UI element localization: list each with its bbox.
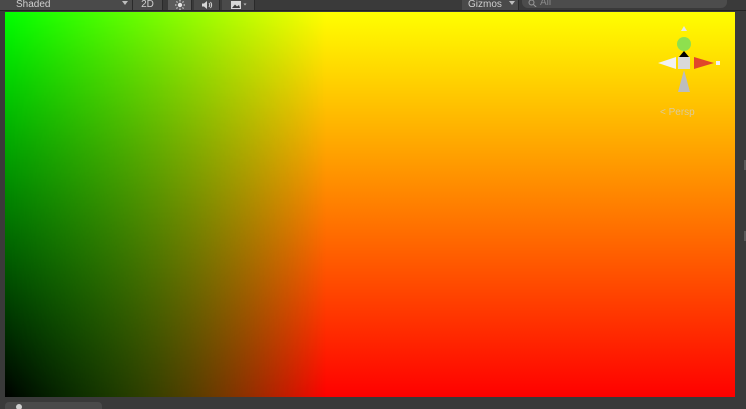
projection-mode-label[interactable]: < Persp <box>660 107 695 118</box>
gizmos-dropdown-button[interactable]: Gizmos <box>462 0 519 10</box>
effects-dropdown-button[interactable] <box>222 0 255 10</box>
toggle-2d-button[interactable]: 2D <box>133 0 163 10</box>
toggle-2d-label: 2D <box>141 0 154 10</box>
shading-mode-dropdown[interactable]: Shaded <box>0 0 133 10</box>
scene-search-field[interactable]: All <box>522 0 727 8</box>
gizmo-y-cone-icon[interactable] <box>677 37 691 51</box>
search-placeholder: All <box>540 0 552 8</box>
sun-icon <box>174 0 185 10</box>
scene-toolbar: Shaded 2D Gizmos All <box>0 0 746 11</box>
gizmos-label: Gizmos <box>468 0 502 10</box>
search-icon <box>528 0 537 7</box>
viewport-gradient-dark <box>5 12 735 397</box>
scene-viewport[interactable] <box>5 12 735 397</box>
chevron-down-icon <box>509 1 515 5</box>
chevron-left-icon: < <box>660 107 666 118</box>
image-icon <box>231 1 247 9</box>
gizmo-left-cone-icon[interactable] <box>658 57 676 69</box>
bottom-window-tab[interactable] <box>5 402 102 409</box>
tab-icon <box>16 404 22 409</box>
audio-toggle-button[interactable] <box>194 0 220 10</box>
right-scroll-area[interactable] <box>737 12 746 397</box>
gizmo-x-cone-icon[interactable] <box>694 57 714 69</box>
projection-mode-text: Persp <box>668 107 695 118</box>
lighting-toggle-button[interactable] <box>168 0 192 10</box>
speaker-icon <box>201 1 212 9</box>
shading-mode-label: Shaded <box>16 0 51 10</box>
gizmo-center-cube-icon[interactable] <box>678 57 690 69</box>
gizmo-down-cone-icon[interactable] <box>678 70 690 92</box>
chevron-down-icon <box>122 1 128 5</box>
